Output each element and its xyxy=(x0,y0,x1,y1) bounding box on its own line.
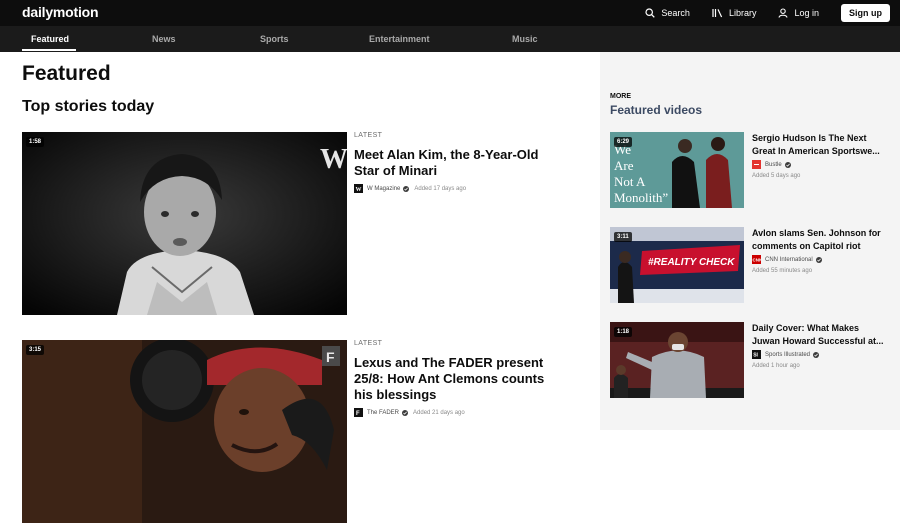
featured-videos-sidebar: MORE Featured videos We Are Not A Monoli… xyxy=(600,52,900,430)
channel-name[interactable]: W Magazine xyxy=(367,186,400,192)
story-channel: W W Magazine Added 17 days ago xyxy=(354,184,554,193)
video-title[interactable]: Avlon slams Sen. Johnson for comments on… xyxy=(752,227,890,252)
verified-icon xyxy=(403,185,410,192)
active-tab-indicator xyxy=(22,49,76,51)
verified-icon xyxy=(784,161,791,168)
tab-news[interactable]: News xyxy=(152,34,176,44)
tab-sports[interactable]: Sports xyxy=(260,34,289,44)
svg-text:F: F xyxy=(356,411,360,417)
story-title[interactable]: Meet Alan Kim, the 8-Year-Old Star of Mi… xyxy=(354,147,554,179)
verified-icon xyxy=(813,351,820,358)
featured-video-item[interactable]: #REALITY CHECK 3:11 Avlon slams Sen. Joh… xyxy=(610,227,890,305)
story-title-line: Meet Alan Kim, the 8-Year-Old xyxy=(354,147,539,162)
duration-badge: 1:18 xyxy=(614,327,633,337)
thumbnail-caption: #REALITY CHECK xyxy=(648,257,735,268)
library-button[interactable]: Library xyxy=(712,8,757,18)
added-time: Added 17 days ago xyxy=(414,185,467,192)
dailymotion-logo[interactable]: dailymotion xyxy=(22,4,99,20)
signup-button[interactable]: Sign up xyxy=(841,4,890,22)
duration-badge: 6:29 xyxy=(614,137,633,147)
svg-text:SI: SI xyxy=(753,353,758,359)
video-thumbnail-image: F xyxy=(22,340,347,523)
story-thumbnail[interactable]: F 3:15 xyxy=(22,340,347,523)
story-info: LATEST Lexus and The FADER present 25/8:… xyxy=(354,340,554,417)
video-channel: SI Sports Illustrated xyxy=(752,350,890,359)
video-thumbnail[interactable]: We Are Not A Monolith” 6:29 xyxy=(610,132,744,208)
story-kicker: LATEST xyxy=(354,132,383,139)
story-title[interactable]: Lexus and The FADER present 25/8: How An… xyxy=(354,355,554,403)
video-thumbnail[interactable]: 1:18 xyxy=(610,322,744,398)
channel-name[interactable]: The FADER xyxy=(367,410,399,416)
cnn-logo-icon: CNN xyxy=(752,255,761,264)
video-info: Daily Cover: What Makes Juwan Howard Suc… xyxy=(752,322,890,369)
fader-logo-icon: F xyxy=(354,408,363,417)
duration-badge: 3:15 xyxy=(26,345,45,355)
channel-name[interactable]: Sports Illustrated xyxy=(765,352,810,358)
video-thumbnail-image: W xyxy=(22,132,347,315)
section-title: Top stories today xyxy=(22,98,155,115)
w-magazine-watermark: W xyxy=(320,144,347,175)
video-title-line: Daily Cover: What Makes xyxy=(752,323,860,333)
story-kicker: LATEST xyxy=(354,340,383,347)
added-time: Added 1 hour ago xyxy=(752,363,800,369)
featured-videos-title: Featured videos xyxy=(610,103,703,117)
video-title-line: comments on Capitol riot xyxy=(752,240,861,251)
page-title: Featured xyxy=(22,62,111,85)
library-icon xyxy=(712,9,723,18)
added-time: Added 5 days ago xyxy=(752,173,801,179)
sports-illustrated-logo-icon: SI xyxy=(752,350,761,359)
story-title-line: his blessings xyxy=(354,387,437,402)
w-magazine-logo-icon: W xyxy=(354,184,363,193)
added-time: Added 21 days ago xyxy=(413,409,465,416)
bustle-logo-icon xyxy=(752,160,761,169)
verified-icon xyxy=(815,256,822,263)
video-channel: Bustle xyxy=(752,160,890,169)
search-button[interactable]: Search xyxy=(645,8,690,18)
login-button[interactable]: Log in xyxy=(778,8,819,18)
fader-watermark: F xyxy=(326,349,335,365)
tab-entertainment[interactable]: Entertainment xyxy=(369,34,430,44)
story-title-line: Lexus and The FADER present xyxy=(354,355,544,370)
featured-video-item[interactable]: 1:18 Daily Cover: What Makes Juwan Howar… xyxy=(610,322,890,400)
top-bar: dailymotion Search Library Log in Sign u xyxy=(0,0,900,26)
video-channel: CNN CNN International xyxy=(752,255,890,264)
added-time: Added 55 minutes ago xyxy=(752,268,813,274)
category-nav: Featured News Sports Entertainment Music xyxy=(0,26,900,52)
duration-badge: 1:58 xyxy=(26,137,45,147)
tab-music[interactable]: Music xyxy=(512,34,538,44)
story-channel: F The FADER Added 21 days ago xyxy=(354,408,554,417)
video-title-line: Great In American Sportswe... xyxy=(752,145,880,156)
video-thumbnail[interactable]: #REALITY CHECK 3:11 xyxy=(610,227,744,303)
video-info: Sergio Hudson Is The Next Great In Ameri… xyxy=(752,132,890,179)
duration-badge: 3:11 xyxy=(614,232,632,242)
video-title-line: Sergio Hudson Is The Next xyxy=(752,133,867,143)
search-label: Search xyxy=(661,8,690,18)
featured-video-item[interactable]: We Are Not A Monolith” 6:29 Sergio Hudso… xyxy=(610,132,890,210)
video-title-line: Avlon slams Sen. Johnson for xyxy=(752,228,881,238)
story-title-line: 25/8: How Ant Clemons counts xyxy=(354,371,545,386)
channel-name[interactable]: CNN International xyxy=(765,257,813,263)
library-label: Library xyxy=(728,8,757,18)
more-label: MORE xyxy=(610,93,631,100)
login-label: Log in xyxy=(794,8,819,18)
channel-name[interactable]: Bustle xyxy=(765,162,782,168)
story-title-line: Star of Minari xyxy=(354,163,438,178)
story-card[interactable]: F 3:15 LATEST Lexus and The FADER presen… xyxy=(22,340,582,523)
story-info: LATEST Meet Alan Kim, the 8-Year-Old Sta… xyxy=(354,132,554,193)
video-info: Avlon slams Sen. Johnson for comments on… xyxy=(752,227,890,274)
story-thumbnail[interactable]: W 1:58 xyxy=(22,132,347,315)
header-actions: Search Library Log in Sign up xyxy=(645,3,890,23)
video-title[interactable]: Sergio Hudson Is The Next Great In Ameri… xyxy=(752,132,890,157)
video-title[interactable]: Daily Cover: What Makes Juwan Howard Suc… xyxy=(752,322,890,347)
svg-text:CNN: CNN xyxy=(753,258,762,263)
search-icon xyxy=(645,8,656,18)
svg-text:W: W xyxy=(356,187,362,193)
story-card[interactable]: W 1:58 LATEST Meet Alan Kim, the 8-Year-… xyxy=(22,132,582,315)
verified-icon xyxy=(402,409,409,416)
video-title-line: Juwan Howard Successful at... xyxy=(752,335,884,346)
user-icon xyxy=(778,8,789,18)
tab-featured[interactable]: Featured xyxy=(31,34,69,44)
